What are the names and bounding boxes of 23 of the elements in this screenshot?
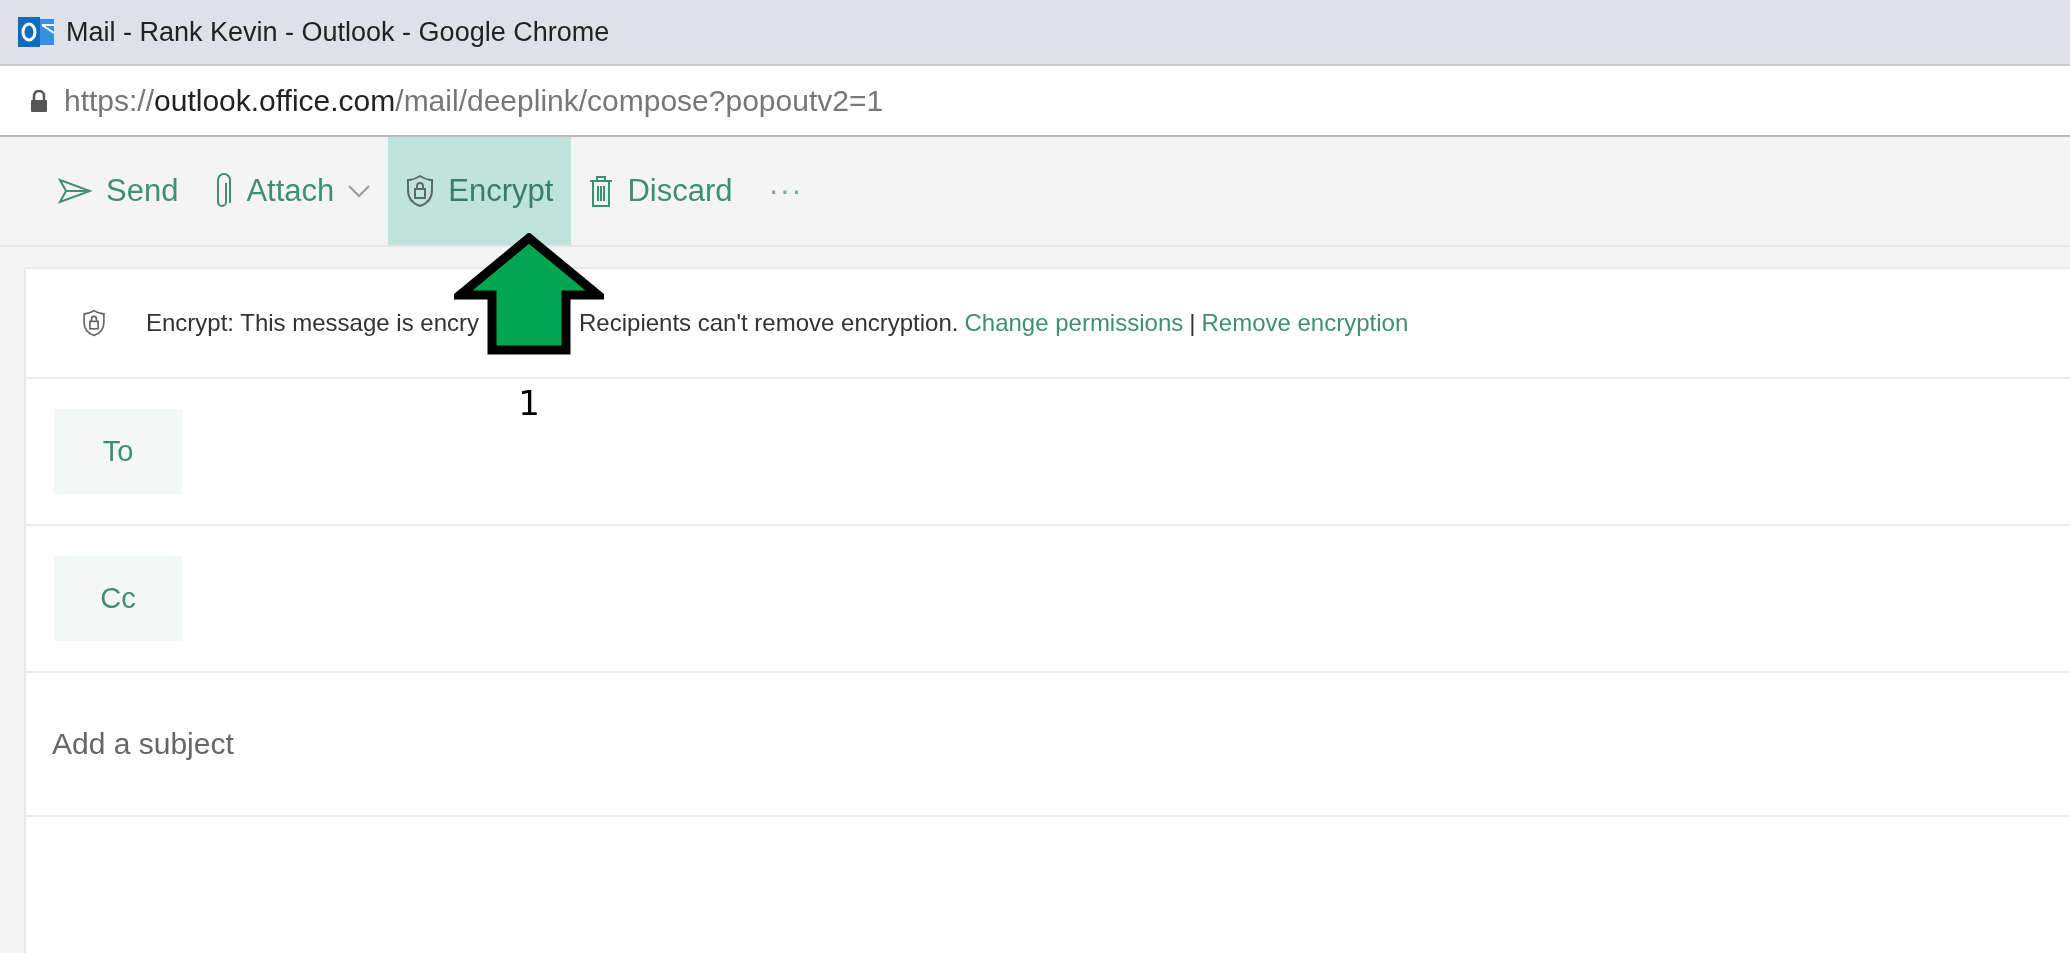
discard-button[interactable]: Discard xyxy=(571,137,751,245)
send-icon xyxy=(58,178,92,204)
shield-lock-icon xyxy=(82,309,106,337)
subject-field[interactable]: Add a subject xyxy=(52,727,1869,761)
more-button[interactable]: ··· xyxy=(750,137,821,245)
app-icon xyxy=(16,15,56,49)
annotation-label: 1 xyxy=(518,383,540,423)
attach-button[interactable]: Attach xyxy=(196,137,389,245)
notice-text: Encrypt: This message is encry xyxy=(146,309,479,337)
trash-icon xyxy=(589,174,614,208)
shield-lock-icon xyxy=(406,174,435,208)
url-text[interactable]: https://outlook.office.com/mail/deeplink/compose?popoutv2=1 xyxy=(64,83,884,118)
encrypt-button[interactable]: Encrypt xyxy=(388,137,572,245)
paperclip-icon xyxy=(214,172,233,210)
recipient-button[interactable]: To xyxy=(54,409,182,494)
change-permissions-link[interactable]: Change permissions xyxy=(964,309,1184,337)
lock-icon xyxy=(30,89,48,112)
send-button[interactable]: Send xyxy=(40,137,197,245)
link-separator: | xyxy=(1189,309,1196,337)
window-title: Mail - Rank Kevin - Outlook - Google Chrome xyxy=(66,16,610,48)
notice-text: Recipients can't remove encryption. xyxy=(579,309,959,337)
remove-encryption-link[interactable]: Remove encryption xyxy=(1201,309,1409,337)
recipient-button[interactable]: Cc xyxy=(54,556,182,641)
